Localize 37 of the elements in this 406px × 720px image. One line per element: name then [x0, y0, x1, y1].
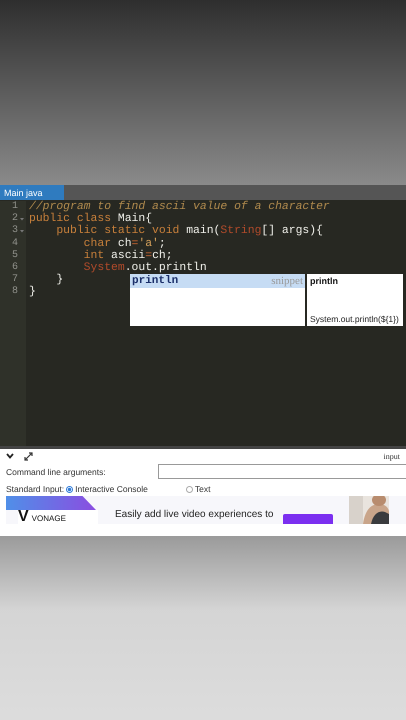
code-line: public class Main{ [29, 213, 152, 226]
logo-letter: V [18, 510, 29, 524]
fold-icon[interactable] [19, 217, 24, 222]
line-number: 7 [12, 274, 18, 286]
code-line: char ch='a'; [82, 238, 166, 250]
args-input-field[interactable] [158, 464, 406, 479]
radio-button[interactable] [66, 486, 74, 492]
args-label: Command line arguments: [6, 466, 107, 476]
radio-label[interactable]: Interactive Console [75, 484, 148, 494]
input-tab[interactable]: input [384, 452, 400, 460]
expand-icon[interactable] [24, 452, 33, 460]
code-editor[interactable] [0, 200, 406, 446]
suggestion-item[interactable]: println snippet [130, 274, 305, 288]
ad-banner[interactable]: V VONAGE Easily add live video experiences to [6, 496, 406, 524]
brand-name: VONAGE [32, 514, 66, 524]
line-number: 5 [12, 250, 18, 262]
radio-label[interactable]: Text [194, 484, 210, 494]
chevron-down-icon[interactable] [6, 453, 14, 459]
doc-snippet: System.out.println(${1}) [310, 314, 400, 324]
line-number: 2 [12, 213, 18, 225]
fold-icon[interactable] [19, 229, 24, 234]
stdin-label: Standard Input: [6, 484, 64, 494]
code-line: } [29, 286, 36, 299]
radio-button[interactable] [186, 486, 193, 492]
line-number: 8 [12, 286, 18, 299]
code-line: public static void main(String[] args){ [55, 225, 323, 238]
line-number: 4 [12, 238, 18, 250]
ad-headline: Easily add live video experiences to [115, 509, 274, 520]
code-line: int ascii=ch; [82, 250, 173, 262]
code-line: System.out.println [82, 262, 207, 274]
line-number: 1 [12, 201, 18, 213]
doc-title: println [310, 276, 339, 286]
code-line: //program to find ascii value of a character [29, 201, 330, 213]
file-tab[interactable]: Main java [0, 185, 64, 200]
line-number: 3 [12, 225, 18, 238]
code-line: } [55, 274, 64, 286]
line-number: 6 [12, 262, 18, 274]
